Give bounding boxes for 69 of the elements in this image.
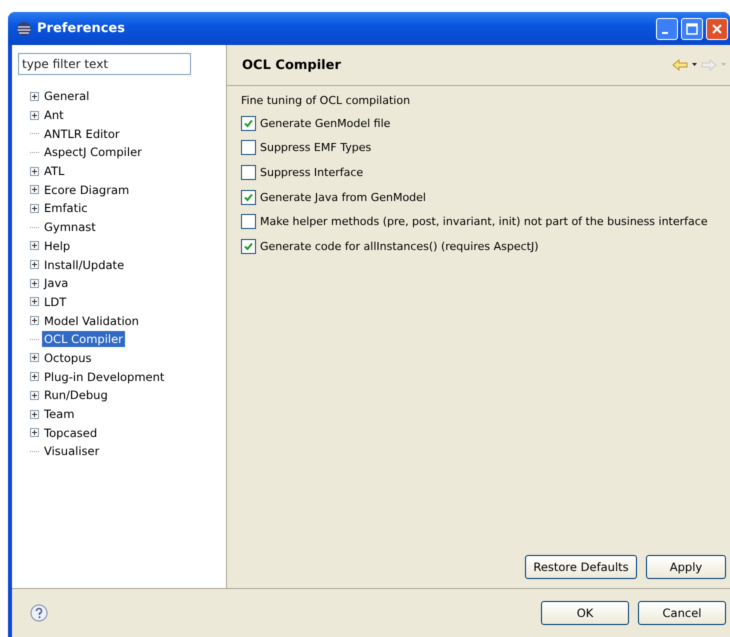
restore-defaults-button[interactable]: Restore Defaults bbox=[525, 555, 637, 579]
expand-icon[interactable] bbox=[30, 110, 39, 120]
expand-icon[interactable] bbox=[30, 278, 39, 288]
option-label: Generate GenModel file bbox=[260, 116, 390, 130]
tree-item[interactable]: Gymnast bbox=[42, 219, 98, 236]
minimize-button[interactable] bbox=[656, 18, 678, 40]
tree-item[interactable]: LDT bbox=[42, 294, 68, 310]
tree-item[interactable]: OCL Compiler bbox=[42, 331, 125, 348]
minimize-icon bbox=[662, 32, 668, 34]
apply-button[interactable]: Apply bbox=[646, 555, 726, 579]
expand-icon[interactable] bbox=[30, 372, 39, 382]
help-icon[interactable] bbox=[30, 604, 48, 622]
check-icon bbox=[243, 240, 254, 252]
filter-field[interactable]: type filter text bbox=[18, 53, 191, 75]
tree-item[interactable]: Plug-in Development bbox=[42, 368, 166, 385]
cancel-button[interactable]: Cancel bbox=[638, 601, 726, 625]
tree-item[interactable]: Ant bbox=[42, 107, 66, 124]
expand-icon[interactable] bbox=[30, 297, 39, 306]
checkbox[interactable] bbox=[241, 164, 256, 180]
expand-icon[interactable] bbox=[30, 353, 39, 362]
check-icon bbox=[243, 118, 254, 129]
maximize-icon bbox=[686, 22, 698, 34]
option-label: Suppress Interface bbox=[260, 166, 364, 179]
window-title: Preferences bbox=[37, 21, 126, 36]
tree-item[interactable]: Emfatic bbox=[42, 200, 90, 216]
maximize-button[interactable] bbox=[681, 18, 703, 40]
page-title: OCL Compiler bbox=[242, 58, 342, 72]
option-label: Generate Java from GenModel bbox=[260, 190, 426, 204]
option-label: Generate code for allInstances() (requires AspectJ) bbox=[260, 240, 538, 253]
expand-icon[interactable] bbox=[30, 204, 39, 213]
description-text: Fine tuning of OCL compilation bbox=[241, 94, 412, 107]
checkbox[interactable] bbox=[241, 190, 256, 205]
expand-icon[interactable] bbox=[30, 390, 39, 400]
checkbox[interactable] bbox=[241, 214, 256, 230]
tree-item[interactable]: Team bbox=[42, 406, 76, 422]
dropdown-icon[interactable] bbox=[692, 63, 697, 67]
checkbox[interactable] bbox=[241, 116, 256, 131]
expand-icon[interactable] bbox=[30, 92, 39, 101]
forward-arrow-icon bbox=[701, 59, 717, 71]
option-label: Suppress EMF Types bbox=[260, 141, 372, 154]
tree-item[interactable]: Topcased bbox=[42, 424, 100, 441]
check-icon bbox=[243, 192, 254, 203]
tree-item[interactable]: General bbox=[42, 88, 92, 104]
expand-icon[interactable] bbox=[30, 260, 39, 270]
close-button[interactable] bbox=[706, 18, 728, 40]
tree-item[interactable]: Install/Update bbox=[42, 256, 126, 273]
ok-button[interactable]: OK bbox=[541, 601, 629, 625]
option-label: Make helper methods (pre, post, invariant, init) not part of the business interface bbox=[260, 215, 708, 228]
expand-icon[interactable] bbox=[30, 241, 39, 250]
tree-item[interactable]: Java bbox=[42, 275, 70, 292]
close-icon bbox=[711, 22, 723, 34]
tree-item[interactable]: ATL bbox=[42, 163, 66, 180]
tree-item[interactable]: AspectJ Compiler bbox=[42, 144, 144, 160]
checkbox[interactable] bbox=[241, 140, 256, 156]
expand-icon[interactable] bbox=[30, 428, 39, 438]
expand-icon[interactable] bbox=[30, 316, 39, 326]
expand-icon[interactable] bbox=[30, 410, 39, 419]
checkbox[interactable] bbox=[241, 238, 256, 254]
expand-icon[interactable] bbox=[30, 185, 39, 194]
tree-item[interactable]: Model Validation bbox=[42, 312, 141, 329]
expand-icon[interactable] bbox=[30, 166, 39, 176]
tree-item[interactable]: Help bbox=[42, 238, 72, 254]
dropdown-icon bbox=[721, 63, 726, 67]
tree-item[interactable]: ANTLR Editor bbox=[42, 126, 122, 142]
tree-item[interactable]: Run/Debug bbox=[42, 387, 110, 404]
tree-item[interactable]: Ecore Diagram bbox=[42, 182, 132, 198]
tree-item[interactable]: Visualiser bbox=[42, 443, 102, 460]
globe-icon bbox=[16, 20, 32, 36]
tree-item[interactable]: Octopus bbox=[42, 350, 94, 366]
